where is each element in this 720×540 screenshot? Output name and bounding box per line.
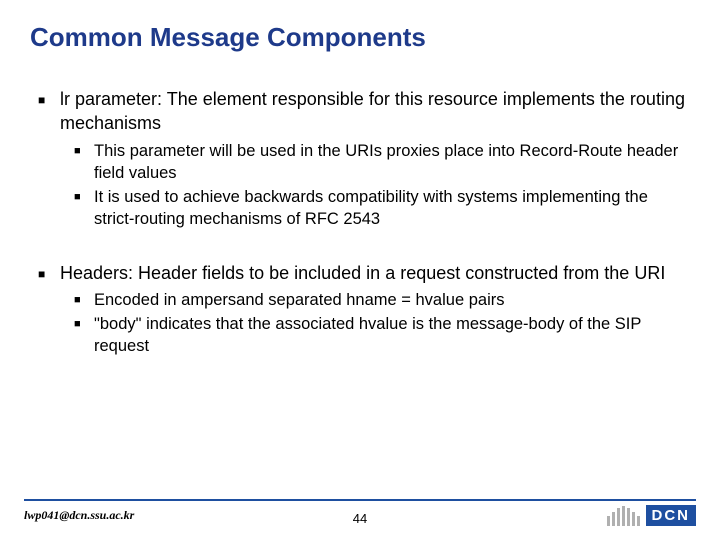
slide-footer: lwp041@dcn.ssu.ac.kr 44 DCN xyxy=(0,499,720,526)
bullet-level2: ■ Encoded in ampersand separated hname =… xyxy=(94,289,690,311)
square-bullet-icon: ■ xyxy=(74,190,81,205)
bullet-text: "body" indicates that the associated hva… xyxy=(94,315,641,355)
footer-email: lwp041@dcn.ssu.ac.kr xyxy=(24,508,134,523)
bullet-text: lr parameter: The element responsible fo… xyxy=(60,89,685,133)
square-bullet-icon: ■ xyxy=(74,144,81,159)
slide-content: ■ lr parameter: The element responsible … xyxy=(30,87,690,358)
square-bullet-icon: ■ xyxy=(38,266,45,282)
square-bullet-icon: ■ xyxy=(38,92,45,108)
bars-icon xyxy=(607,506,640,526)
bullet-text: This parameter will be used in the URIs … xyxy=(94,142,678,182)
square-bullet-icon: ■ xyxy=(74,293,81,308)
bullet-level2: ■ It is used to achieve backwards compat… xyxy=(94,186,690,231)
logo-text: DCN xyxy=(646,505,697,526)
bullet-level1: ■ Headers: Header fields to be included … xyxy=(60,261,690,285)
slide-title: Common Message Components xyxy=(30,22,690,53)
bullet-level1: ■ lr parameter: The element responsible … xyxy=(60,87,690,136)
bullet-level2: ■ "body" indicates that the associated h… xyxy=(94,313,690,358)
page-number: 44 xyxy=(353,511,367,526)
footer-divider xyxy=(24,499,696,501)
bullet-text: Headers: Header fields to be included in… xyxy=(60,263,665,283)
bullet-text: It is used to achieve backwards compatib… xyxy=(94,188,648,228)
footer-logo: DCN xyxy=(607,505,697,526)
square-bullet-icon: ■ xyxy=(74,317,81,332)
bullet-level2: ■ This parameter will be used in the URI… xyxy=(94,140,690,185)
bullet-text: Encoded in ampersand separated hname = h… xyxy=(94,291,504,309)
